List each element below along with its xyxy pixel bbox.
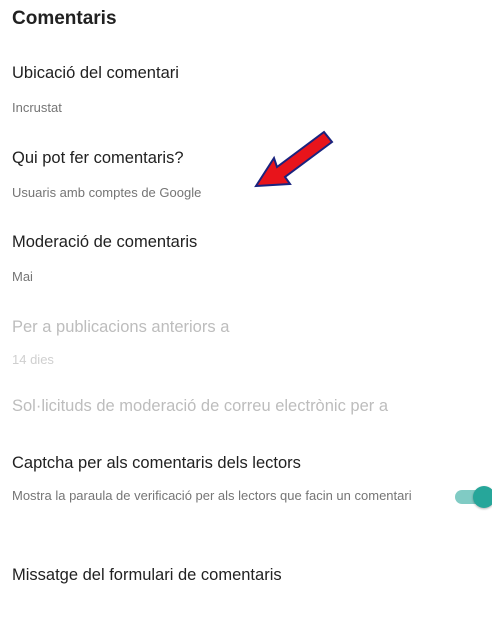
setting-title: Qui pot fer comentaris?: [12, 149, 184, 167]
comments-settings-panel: Comentaris Ubicació del comentari Incrus…: [0, 0, 492, 632]
setting-title: Ubicació del comentari: [12, 64, 179, 82]
setting-value: Usuaris amb comptes de Google: [12, 185, 202, 200]
red-arrow-icon: [254, 130, 334, 188]
setting-title: Missatge del formulari de comentaris: [12, 566, 282, 584]
setting-value: Incrustat: [12, 100, 62, 115]
setting-title: Per a publicacions anteriors a: [12, 318, 230, 336]
setting-title: Captcha per als comentaris dels lectors: [12, 454, 301, 472]
setting-title: Sol·licituds de moderació de correu elec…: [12, 397, 389, 415]
setting-description: Mostra la paraula de verificació per als…: [12, 488, 412, 503]
captcha-toggle[interactable]: [451, 484, 492, 510]
toggle-thumb: [473, 486, 492, 508]
setting-value: 14 dies: [12, 352, 54, 367]
arrow-shape: [254, 130, 334, 188]
section-title: Comentaris: [12, 8, 117, 29]
setting-value: Mai: [12, 269, 33, 284]
setting-title: Moderació de comentaris: [12, 233, 198, 251]
